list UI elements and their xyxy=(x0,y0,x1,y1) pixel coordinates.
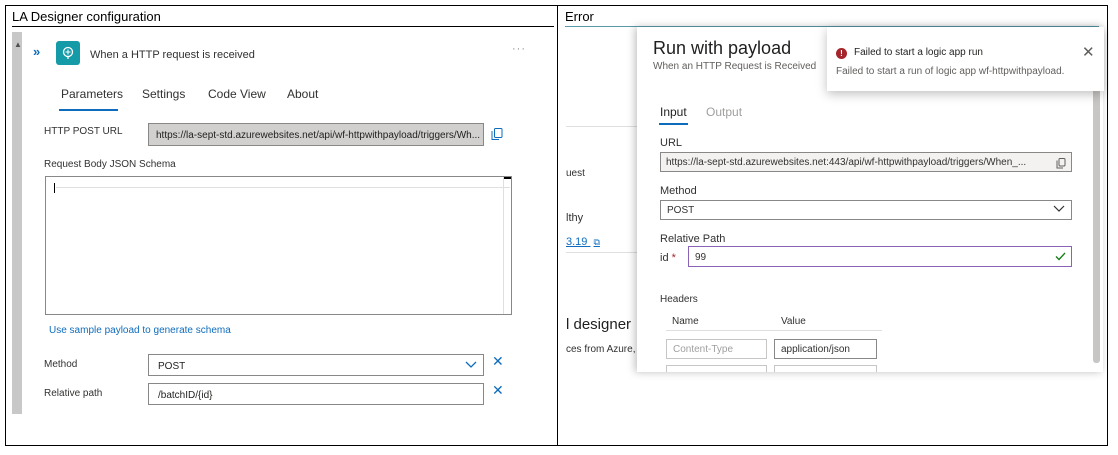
dialog-subtitle: When an HTTP Request is Received xyxy=(653,61,817,72)
headers-name-column: Name xyxy=(672,316,699,327)
schema-label: Request Body JSON Schema xyxy=(44,159,176,170)
id-value: 99 xyxy=(695,252,707,263)
background-divider xyxy=(566,252,638,253)
scroll-up-icon[interactable]: ▲ xyxy=(14,40,22,49)
url-label: URL xyxy=(660,137,683,149)
designer-panel: LA Designer configuration ▲ » When a HTT… xyxy=(6,6,557,445)
background-text-fragment: ces from Azure, xyxy=(566,344,636,355)
header-value-input[interactable] xyxy=(774,365,877,372)
panel-scrollbar[interactable] xyxy=(12,32,22,414)
remove-method-icon[interactable]: ✕ xyxy=(492,353,504,370)
id-input[interactable]: 99 xyxy=(688,246,1072,267)
active-tab-indicator xyxy=(59,109,118,111)
remove-relative-path-icon[interactable]: ✕ xyxy=(492,382,504,399)
editor-scrollbar[interactable] xyxy=(503,177,511,314)
editor-line xyxy=(56,187,510,188)
chevron-down-icon xyxy=(1053,205,1065,216)
toast-message: Failed to start a run of logic app wf-ht… xyxy=(836,66,1065,77)
tab-code-view[interactable]: Code View xyxy=(208,87,266,101)
method-dropdown[interactable]: POST xyxy=(148,354,484,376)
external-link-icon: ⧉ xyxy=(593,237,600,247)
method-value: POST xyxy=(158,361,186,372)
tab-output[interactable]: Output xyxy=(706,105,742,119)
left-caption-underline xyxy=(12,26,554,27)
checkmark-icon xyxy=(1055,252,1066,264)
method-value: POST xyxy=(667,205,695,216)
error-icon: ! xyxy=(836,48,847,59)
relative-path-label: Relative path xyxy=(44,388,103,399)
header-name-input[interactable]: Content-Type xyxy=(666,339,767,359)
request-body-schema-editor[interactable] xyxy=(45,176,512,315)
expand-chevrons-icon[interactable]: » xyxy=(33,44,40,59)
tab-input[interactable]: Input xyxy=(660,105,687,119)
trigger-title: When a HTTP request is received xyxy=(90,49,255,61)
http-request-trigger-icon xyxy=(56,41,80,65)
tab-settings[interactable]: Settings xyxy=(142,87,185,101)
id-label: id * xyxy=(660,252,676,264)
method-label: Method xyxy=(660,185,697,197)
active-tab-indicator xyxy=(659,123,688,125)
copy-url-icon[interactable] xyxy=(1056,156,1066,174)
background-text-fragment: uest xyxy=(566,168,585,179)
header-name-input[interactable] xyxy=(666,365,767,372)
relative-path-value: /batchID/{id} xyxy=(158,390,213,401)
dialog-scrollbar[interactable] xyxy=(1093,85,1100,363)
headers-value-column: Value xyxy=(781,316,806,327)
screenshot-frame: LA Designer configuration ▲ » When a HTT… xyxy=(5,5,1108,446)
editor-cursor xyxy=(54,183,55,193)
toast-title: Failed to start a logic app run xyxy=(854,47,983,58)
more-options-icon[interactable]: ··· xyxy=(512,43,526,55)
error-toast: ! Failed to start a logic app run Failed… xyxy=(827,27,1104,91)
required-marker: * xyxy=(671,252,676,264)
use-sample-payload-link[interactable]: Use sample payload to generate schema xyxy=(49,325,231,336)
background-divider xyxy=(566,126,638,127)
close-icon[interactable]: ✕ xyxy=(1082,43,1095,61)
method-label: Method xyxy=(44,359,78,370)
copy-url-icon[interactable] xyxy=(491,128,503,146)
error-panel: Error uest lthy 3.19 ⧉ l designer ces fr… xyxy=(558,6,1109,445)
header-value-input[interactable]: application/json xyxy=(774,339,877,359)
left-caption: LA Designer configuration xyxy=(12,9,161,24)
tab-about[interactable]: About xyxy=(287,87,318,101)
background-version-link[interactable]: 3.19 ⧉ xyxy=(566,236,600,248)
right-caption: Error xyxy=(565,9,594,24)
method-dropdown[interactable]: POST xyxy=(660,200,1072,220)
url-field[interactable]: https://la-sept-std.azurewebsites.net:44… xyxy=(660,152,1072,172)
headers-separator xyxy=(666,330,882,331)
http-post-url-label: HTTP POST URL xyxy=(44,126,123,137)
background-text-fragment: lthy xyxy=(566,212,584,224)
tab-parameters[interactable]: Parameters xyxy=(61,87,123,101)
background-heading-fragment: l designer xyxy=(566,316,632,333)
relative-path-label: Relative Path xyxy=(660,233,726,245)
http-post-url-field[interactable]: https://la-sept-std.azurewebsites.net/ap… xyxy=(148,123,484,146)
relative-path-input[interactable]: /batchID/{id} xyxy=(148,383,484,405)
chevron-down-icon xyxy=(465,361,477,372)
dialog-title: Run with payload xyxy=(653,38,792,58)
headers-label: Headers xyxy=(660,294,698,305)
